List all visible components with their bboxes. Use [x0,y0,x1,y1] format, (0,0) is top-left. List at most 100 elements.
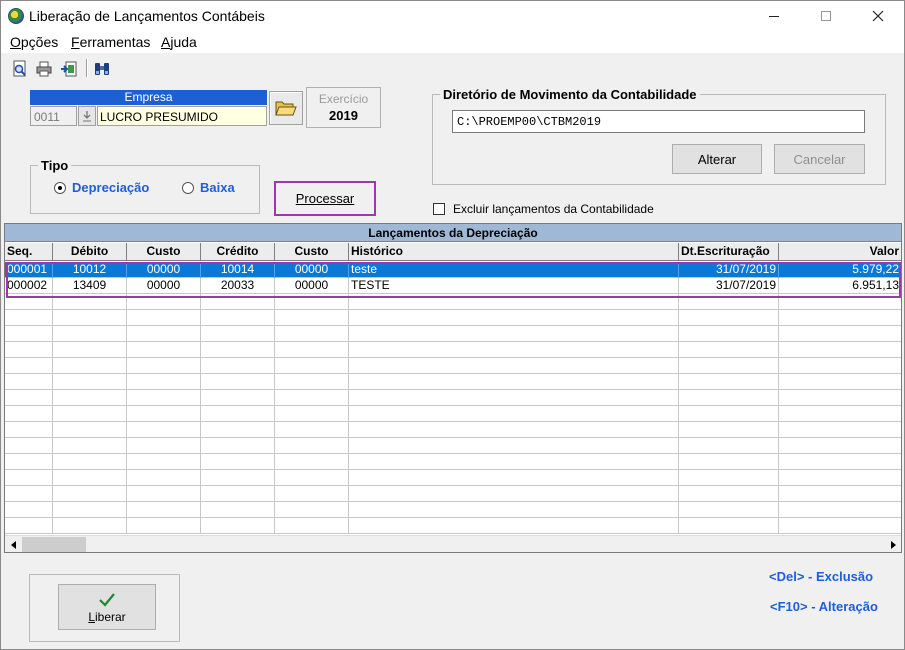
cancelar-button[interactable]: Cancelar [774,144,865,174]
scroll-right-button[interactable] [884,536,901,552]
hint-del: <Del> - Exclusão [769,569,874,584]
table-row[interactable] [5,310,901,326]
app-logo-icon [8,8,24,24]
table-row[interactable] [5,406,901,422]
export-button[interactable] [58,58,80,80]
scroll-left-button[interactable] [5,536,22,552]
cell-credito [201,454,275,470]
col-custo-credito[interactable]: Custo [275,243,349,261]
cell-historico [349,422,679,438]
horizontal-scrollbar[interactable] [5,535,901,552]
menu-ajuda[interactable]: Ajuda [161,34,197,50]
cell-custo-debito [127,294,201,310]
folder-open-icon [275,101,297,116]
empresa-code-field[interactable]: 0011 [30,106,77,126]
cell-credito: 20033 [201,278,275,294]
col-dt-escrituracao[interactable]: Dt.Escrituração [679,243,779,261]
export-icon [61,61,77,77]
col-seq[interactable]: Seq. [5,243,53,261]
menu-opcoes[interactable]: Opções [10,34,58,50]
table-row[interactable] [5,438,901,454]
radio-baixa-indicator [182,181,194,194]
cell-dt-escrituracao [679,454,779,470]
cell-valor [779,454,901,470]
table-row[interactable] [5,454,901,470]
cell-custo-debito [127,454,201,470]
open-folder-button[interactable] [269,91,303,125]
cell-credito: 10014 [201,262,275,278]
table-row[interactable] [5,486,901,502]
col-custo-debito[interactable]: Custo [127,243,201,261]
table-row[interactable] [5,502,901,518]
cell-custo-credito: 00000 [275,278,349,294]
arrow-down-icon [83,111,91,122]
print-button[interactable] [33,58,55,80]
col-credito[interactable]: Crédito [201,243,275,261]
cell-seq [5,470,53,486]
close-button[interactable] [855,1,901,31]
cell-dt-escrituracao [679,374,779,390]
table-row[interactable] [5,326,901,342]
table-row[interactable] [5,294,901,310]
radio-depreciacao-label: Depreciação [72,180,150,195]
table-row[interactable] [5,518,901,534]
col-historico[interactable]: Histórico [349,243,679,261]
cell-custo-debito [127,358,201,374]
arrow-left-icon [10,540,16,549]
cell-custo-debito [127,422,201,438]
cell-custo-debito [127,518,201,534]
preview-button[interactable] [9,58,31,80]
cell-valor [779,502,901,518]
processar-button[interactable]: Processar [274,181,376,216]
table-row[interactable] [5,390,901,406]
close-icon [872,10,884,22]
empresa-lookup-button[interactable] [78,106,96,126]
preview-icon [13,60,26,77]
cell-dt-escrituracao [679,326,779,342]
cell-dt-escrituracao [679,470,779,486]
cell-valor: 5.979,22 [852,262,899,276]
col-debito[interactable]: Débito [53,243,127,261]
table-row[interactable] [5,358,901,374]
cell-debito [53,374,127,390]
table-row[interactable]: 000001 10012 00000 10014 00000 teste 31/07/201… [5,262,901,278]
arrow-right-icon [890,540,896,549]
table-row[interactable] [5,422,901,438]
maximize-button[interactable] [803,1,849,31]
cell-dt-escrituracao [679,358,779,374]
radio-baixa[interactable]: Baixa [182,180,235,195]
cell-custo-credito [275,342,349,358]
minimize-button[interactable] [751,1,797,31]
cell-credito [201,390,275,406]
table-row[interactable] [5,470,901,486]
exercicio-value: 2019 [329,108,358,123]
scroll-thumb[interactable] [22,537,86,552]
toolbar [1,53,904,83]
checkmark-icon [99,592,115,607]
alterar-button[interactable]: Alterar [672,144,762,174]
search-button[interactable] [91,58,113,80]
menu-opcoes-label: pções [20,34,59,50]
cell-seq [5,310,53,326]
table-row[interactable]: 000002 13409 00000 20033 00000 TESTE 31/07/201… [5,278,901,294]
radio-depreciacao[interactable]: Depreciação [54,180,149,195]
liberar-button[interactable]: Liberar [58,584,156,630]
table-row[interactable] [5,374,901,390]
lancamentos-grid: Lançamentos da Depreciação Seq. Débito C… [4,223,902,553]
processar-button-label: Processar [295,191,355,206]
cell-debito [53,294,127,310]
liberar-label-rest: iberar [95,609,126,624]
table-row[interactable] [5,342,901,358]
col-valor[interactable]: Valor [779,243,901,261]
diretorio-path-field[interactable]: C:\PROEMP00\CTBM2019 [452,110,865,133]
cell-historico [349,390,679,406]
empresa-name-field[interactable]: LUCRO PRESUMIDO [97,106,267,126]
cell-valor [779,374,901,390]
menu-ferramentas[interactable]: Ferramentas [71,34,150,50]
cell-custo-debito [127,310,201,326]
cell-valor [779,518,901,534]
cell-custo-credito [275,422,349,438]
cell-credito [201,374,275,390]
excluir-checkbox[interactable] [433,203,445,215]
cell-debito [53,358,127,374]
